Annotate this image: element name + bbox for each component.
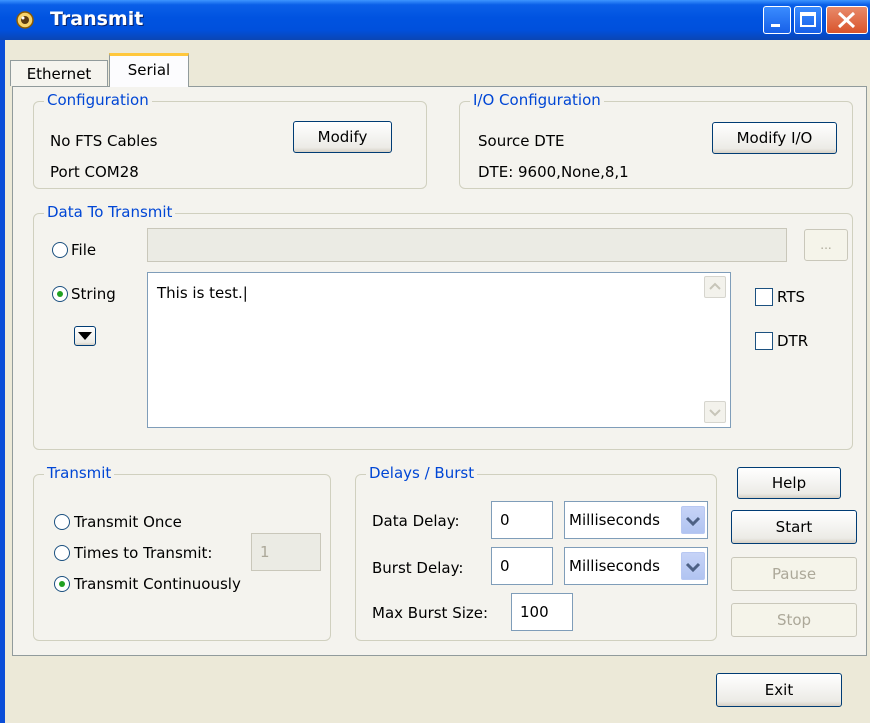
times-to-transmit-radio[interactable] bbox=[54, 545, 70, 561]
io-configuration-group: I/O Configuration Source DTE DTE: 9600,N… bbox=[459, 91, 853, 189]
data-delay-input[interactable]: 0 bbox=[491, 501, 553, 539]
dialog-footer: Exit bbox=[12, 657, 867, 723]
transmit-continuously-radio[interactable] bbox=[54, 576, 70, 592]
data-to-transmit-legend: Data To Transmit bbox=[44, 203, 176, 221]
combo-arrow-icon bbox=[685, 562, 701, 573]
string-dropdown-button[interactable] bbox=[74, 326, 96, 346]
modify-io-button[interactable]: Modify I/O bbox=[712, 122, 837, 154]
burst-delay-label: Burst Delay: bbox=[372, 559, 464, 577]
file-radio[interactable] bbox=[52, 242, 68, 258]
scroll-up-icon bbox=[709, 282, 721, 290]
tab-ethernet-label: Ethernet bbox=[26, 65, 92, 83]
close-icon bbox=[837, 11, 856, 29]
string-radio-label: String bbox=[71, 285, 116, 303]
scroll-up-button[interactable] bbox=[704, 276, 726, 298]
dtr-label: DTR bbox=[777, 332, 809, 350]
window-title: Transmit bbox=[50, 8, 144, 30]
burst-delay-unit-value: Milliseconds bbox=[569, 557, 660, 575]
scroll-down-button[interactable] bbox=[704, 401, 726, 423]
exit-button[interactable]: Exit bbox=[716, 673, 842, 707]
configuration-group: Configuration No FTS Cables Port COM28 M… bbox=[33, 91, 427, 189]
maximize-button[interactable] bbox=[794, 6, 822, 34]
tab-strip: Ethernet Serial bbox=[5, 50, 870, 87]
transmit-once-radio[interactable] bbox=[54, 514, 70, 530]
maximize-icon bbox=[800, 12, 816, 27]
data-delay-label: Data Delay: bbox=[372, 512, 460, 530]
title-bar[interactable]: Transmit bbox=[0, 0, 870, 40]
string-text: This is test.| bbox=[157, 284, 248, 302]
close-button[interactable] bbox=[826, 6, 868, 34]
max-burst-size-input[interactable]: 100 bbox=[511, 593, 573, 631]
delays-burst-group: Delays / Burst Data Delay: 0 Millisecond… bbox=[355, 464, 717, 641]
dtr-checkbox[interactable] bbox=[755, 332, 773, 350]
tab-ethernet[interactable]: Ethernet bbox=[10, 60, 108, 86]
transmit-group: Transmit Transmit Once Times to Transmit… bbox=[33, 464, 331, 641]
transmit-continuously-label: Transmit Continuously bbox=[74, 575, 241, 593]
times-to-transmit-label: Times to Transmit: bbox=[74, 544, 213, 562]
string-radio[interactable] bbox=[52, 286, 68, 302]
rts-checkbox[interactable] bbox=[755, 288, 773, 306]
tab-serial[interactable]: Serial bbox=[109, 53, 189, 87]
browse-button[interactable]: ... bbox=[804, 229, 848, 261]
transmit-window: Transmit Ethernet Serial Configuration N… bbox=[0, 0, 870, 723]
burst-delay-input[interactable]: 0 bbox=[491, 547, 553, 585]
configuration-legend: Configuration bbox=[44, 91, 152, 109]
minimize-icon bbox=[771, 24, 780, 27]
burst-delay-unit-select[interactable]: Milliseconds bbox=[564, 547, 708, 585]
delays-burst-legend: Delays / Burst bbox=[366, 464, 478, 482]
rts-label: RTS bbox=[777, 288, 806, 306]
tab-serial-label: Serial bbox=[127, 61, 171, 79]
source-label: Source DTE bbox=[478, 132, 565, 150]
help-button[interactable]: Help bbox=[737, 467, 841, 499]
string-textarea[interactable]: This is test.| bbox=[147, 272, 731, 428]
max-burst-size-label: Max Burst Size: bbox=[372, 604, 489, 622]
cables-label: No FTS Cables bbox=[50, 132, 158, 150]
serial-tab-page: Configuration No FTS Cables Port COM28 M… bbox=[12, 86, 867, 656]
burst-delay-unit-arrow[interactable] bbox=[681, 552, 705, 580]
port-label: Port COM28 bbox=[50, 163, 139, 181]
times-to-transmit-input[interactable]: 1 bbox=[251, 533, 321, 571]
modify-button[interactable]: Modify bbox=[293, 121, 392, 153]
app-icon bbox=[16, 11, 34, 29]
data-to-transmit-group: Data To Transmit File ... String This is… bbox=[33, 203, 853, 450]
transmit-legend: Transmit bbox=[44, 464, 115, 482]
data-delay-unit-value: Milliseconds bbox=[569, 511, 660, 529]
data-delay-unit-arrow[interactable] bbox=[681, 506, 705, 534]
start-button[interactable]: Start bbox=[731, 510, 857, 544]
scroll-down-icon bbox=[709, 409, 721, 417]
file-radio-label: File bbox=[71, 241, 97, 259]
pause-button[interactable]: Pause bbox=[731, 557, 857, 591]
dte-settings-label: DTE: 9600,None,8,1 bbox=[478, 163, 629, 181]
data-delay-unit-select[interactable]: Milliseconds bbox=[564, 501, 708, 539]
transmit-once-label: Transmit Once bbox=[74, 513, 182, 531]
io-configuration-legend: I/O Configuration bbox=[470, 91, 604, 109]
file-path-input[interactable] bbox=[147, 228, 787, 262]
dropdown-arrow-icon bbox=[78, 332, 92, 340]
window-border bbox=[0, 40, 5, 723]
minimize-button[interactable] bbox=[763, 6, 791, 34]
stop-button[interactable]: Stop bbox=[731, 603, 857, 637]
combo-arrow-icon bbox=[685, 516, 701, 527]
